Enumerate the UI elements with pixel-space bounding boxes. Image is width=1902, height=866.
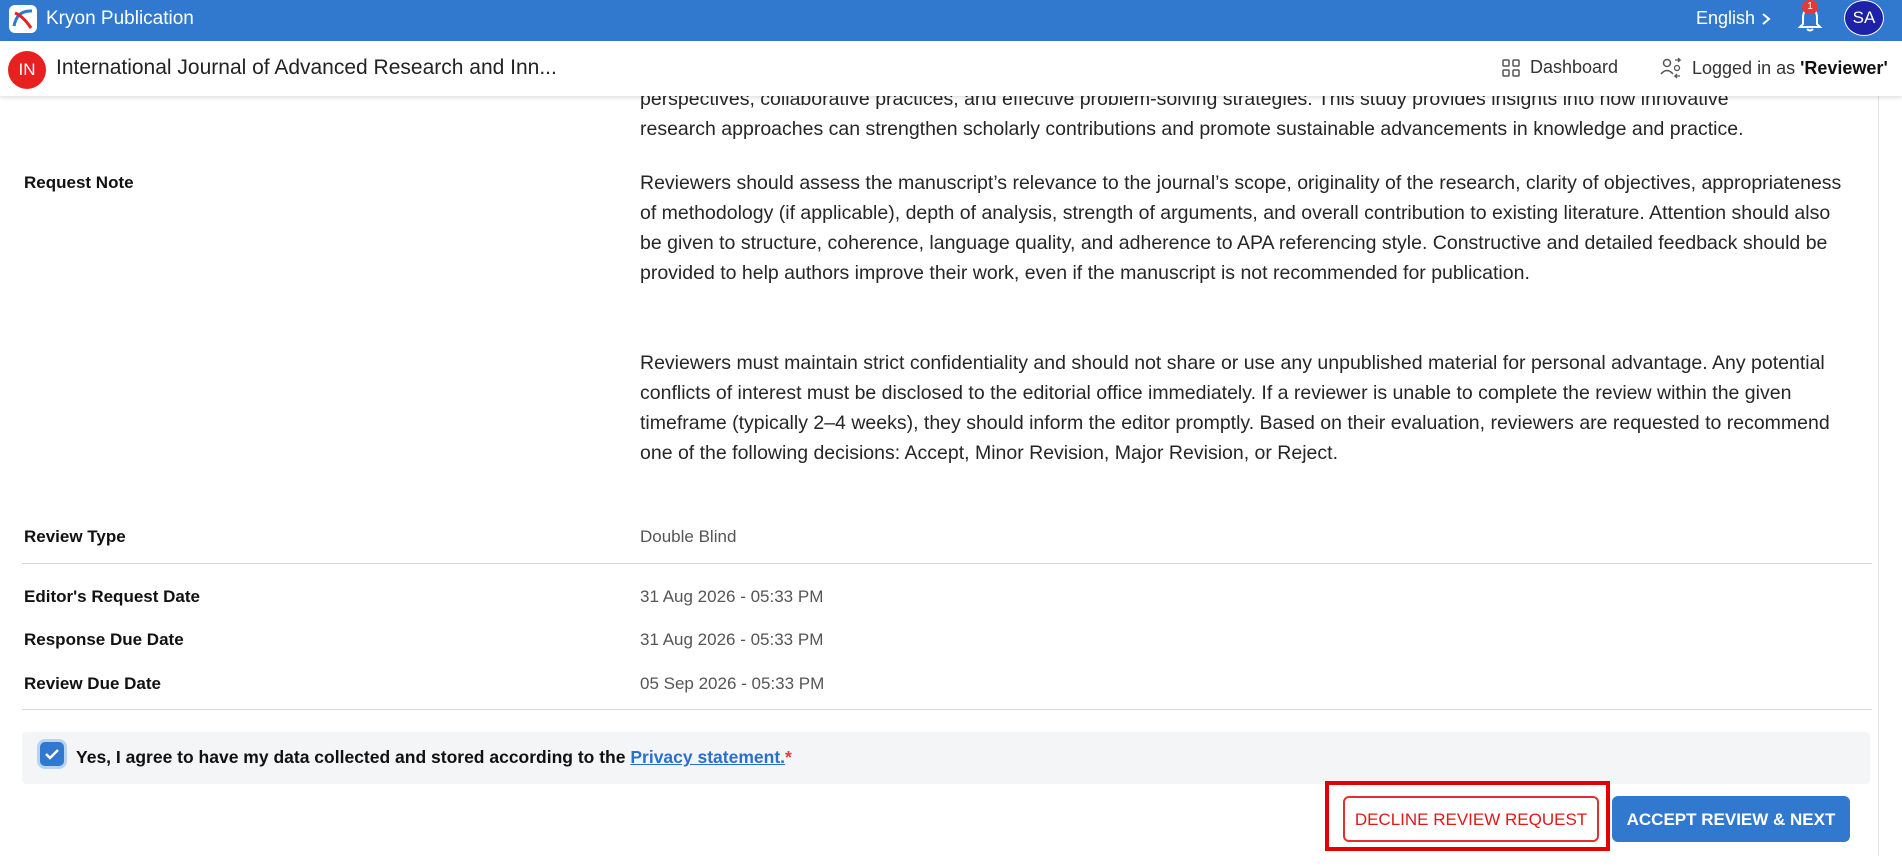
review-type-value: Double Blind — [640, 527, 737, 546]
language-label: English — [1696, 8, 1756, 28]
privacy-consent-row: Yes, I agree to have my data collected a… — [22, 732, 1870, 784]
request-note-paragraph-1: Reviewers should assess the manuscript’s… — [640, 172, 1842, 284]
divider — [22, 709, 1872, 710]
divider — [22, 563, 1872, 564]
review-type-label: Review Type — [24, 527, 126, 546]
dashboard-label: Dashboard — [1530, 57, 1619, 77]
response-due-date-value: 31 Aug 2026 - 05:33 PM — [640, 630, 824, 649]
required-asterisk: * — [785, 747, 792, 767]
logged-in-role: 'Reviewer' — [1800, 57, 1888, 78]
notification-count-badge: 1 — [1802, 0, 1818, 14]
abstract-line: perspectives, collaborative practices, a… — [640, 96, 1729, 110]
brand-name[interactable]: Kryon Publication — [46, 8, 194, 30]
privacy-consent-text: Yes, I agree to have my data collected a… — [76, 747, 792, 768]
kryon-logo-icon[interactable] — [8, 4, 38, 34]
switch-user-icon — [1660, 57, 1682, 79]
consent-statement: Yes, I agree to have my data collected a… — [76, 747, 626, 767]
abstract-text: perspectives, collaborative practices, a… — [640, 96, 1855, 144]
editor-request-date-value: 31 Aug 2026 - 05:33 PM — [640, 587, 824, 606]
decline-review-request-button[interactable]: DECLINE REVIEW REQUEST — [1343, 796, 1599, 842]
top-app-bar: Kryon Publication English 1 SA — [0, 0, 1902, 41]
response-due-date-label: Response Due Date — [24, 630, 184, 649]
language-selector[interactable]: English — [1696, 8, 1771, 29]
chevron-right-icon — [1762, 12, 1771, 25]
journal-header: IN International Journal of Advanced Res… — [0, 41, 1902, 96]
role-switcher[interactable]: Logged in as 'Reviewer' — [1660, 57, 1888, 79]
review-request-details: perspectives, collaborative practices, a… — [0, 96, 1902, 856]
logged-in-text: Logged in as 'Reviewer' — [1692, 58, 1888, 79]
privacy-statement-link[interactable]: Privacy statement. — [630, 747, 785, 767]
dashboard-grid-icon — [1502, 58, 1520, 77]
editor-request-date-label: Editor's Request Date — [24, 587, 200, 606]
user-avatar[interactable]: SA — [1844, 0, 1884, 36]
logged-in-prefix: Logged in as — [1692, 57, 1796, 78]
request-note-label: Request Note — [24, 173, 134, 192]
abstract-line: research approaches can strengthen schol… — [640, 118, 1744, 140]
journal-avatar: IN — [8, 51, 46, 89]
privacy-consent-checkbox[interactable] — [40, 742, 64, 766]
checkmark-icon — [45, 749, 59, 760]
journal-title: International Journal of Advanced Resear… — [56, 56, 557, 79]
dashboard-link[interactable]: Dashboard — [1502, 57, 1618, 78]
review-due-date-label: Review Due Date — [24, 674, 161, 693]
review-due-date-value: 05 Sep 2026 - 05:33 PM — [640, 674, 825, 693]
request-note-paragraph-2: Reviewers must maintain strict confident… — [640, 352, 1830, 464]
accept-review-next-button[interactable]: ACCEPT REVIEW & NEXT — [1612, 796, 1850, 842]
